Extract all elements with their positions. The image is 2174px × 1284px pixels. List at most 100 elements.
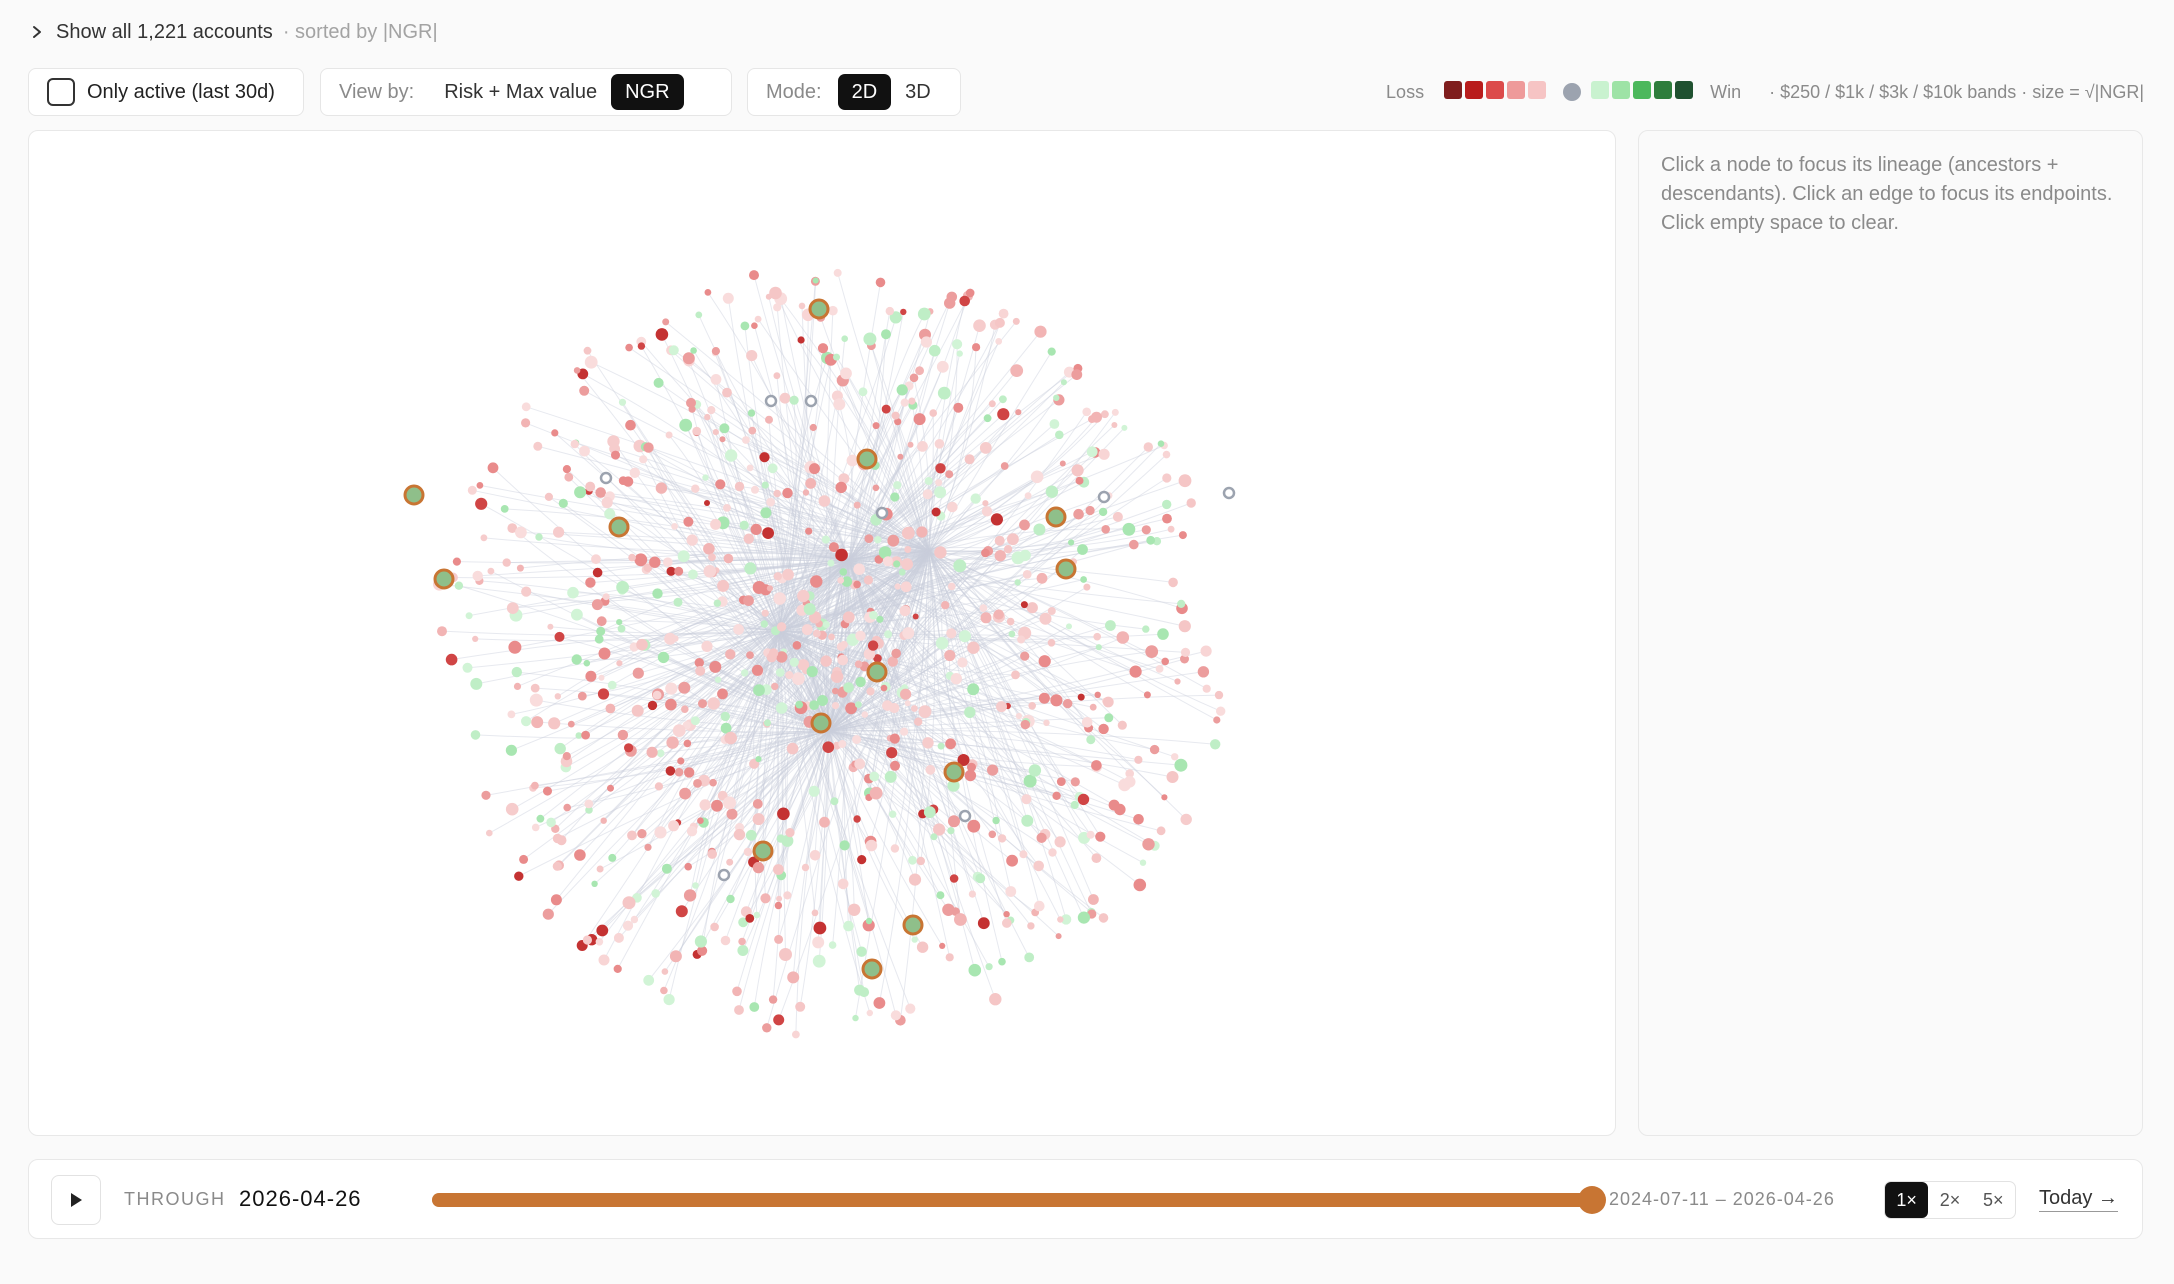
- graph-node[interactable]: [1036, 832, 1047, 844]
- graph-node[interactable]: [1073, 508, 1084, 520]
- graph-node[interactable]: [1056, 777, 1066, 786]
- graph-node[interactable]: [964, 769, 977, 782]
- graph-node[interactable]: [997, 408, 1010, 421]
- graph-node[interactable]: [1098, 913, 1109, 923]
- graph-node[interactable]: [881, 329, 891, 340]
- graph-node-highlighted[interactable]: [856, 448, 878, 470]
- graph-node[interactable]: [746, 464, 754, 472]
- graph-node[interactable]: [611, 450, 620, 460]
- graph-node[interactable]: [452, 557, 461, 566]
- graph-node[interactable]: [911, 936, 918, 943]
- graph-node[interactable]: [445, 653, 458, 666]
- graph-node[interactable]: [668, 820, 680, 832]
- graph-node[interactable]: [885, 306, 894, 316]
- graph-node[interactable]: [1101, 525, 1110, 534]
- graph-node[interactable]: [726, 808, 738, 820]
- graph-node[interactable]: [753, 684, 765, 697]
- graph-node[interactable]: [742, 436, 750, 444]
- graph-node[interactable]: [760, 893, 771, 904]
- graph-node[interactable]: [837, 654, 849, 666]
- graph-node[interactable]: [792, 641, 802, 650]
- graph-node[interactable]: [681, 705, 689, 713]
- timeline-slider[interactable]: [432, 1186, 1606, 1214]
- graph-node[interactable]: [639, 455, 648, 464]
- graph-node-highlighted[interactable]: [1045, 506, 1067, 528]
- graph-node[interactable]: [533, 441, 543, 451]
- graph-node[interactable]: [704, 500, 710, 506]
- graph-node[interactable]: [1117, 720, 1127, 730]
- graph-node[interactable]: [585, 670, 597, 682]
- graph-node[interactable]: [584, 799, 594, 809]
- graph-node[interactable]: [997, 834, 1007, 843]
- graph-node[interactable]: [1202, 684, 1211, 693]
- graph-node[interactable]: [1022, 570, 1032, 579]
- graph-node[interactable]: [630, 915, 639, 924]
- graph-node[interactable]: [661, 863, 672, 874]
- graph-node[interactable]: [743, 595, 754, 606]
- graph-node[interactable]: [582, 935, 593, 945]
- graph-node[interactable]: [843, 920, 854, 932]
- graph-node[interactable]: [1108, 799, 1120, 811]
- graph-node[interactable]: [598, 674, 605, 681]
- graph-node[interactable]: [1098, 723, 1109, 735]
- graph-node[interactable]: [1021, 814, 1034, 827]
- graph-node[interactable]: [764, 719, 771, 727]
- graph-node[interactable]: [836, 642, 846, 652]
- speed-1x[interactable]: 1×: [1885, 1182, 1929, 1218]
- graph-node[interactable]: [944, 297, 956, 309]
- graph-node[interactable]: [928, 344, 941, 357]
- graph-node[interactable]: [901, 526, 915, 540]
- graph-node[interactable]: [1070, 800, 1079, 810]
- graph-node-highlighted[interactable]: [943, 761, 965, 783]
- graph-node[interactable]: [1089, 703, 1097, 711]
- graph-node[interactable]: [746, 350, 758, 362]
- graph-node[interactable]: [591, 599, 603, 611]
- graph-node[interactable]: [672, 724, 686, 737]
- graph-node[interactable]: [949, 874, 959, 883]
- graph-node[interactable]: [890, 492, 900, 502]
- graph-node[interactable]: [688, 569, 698, 580]
- graph-node[interactable]: [564, 472, 574, 482]
- graph-node[interactable]: [749, 270, 759, 281]
- graph-node[interactable]: [828, 941, 837, 949]
- graph-node[interactable]: [726, 858, 734, 866]
- graph-node[interactable]: [993, 609, 1004, 620]
- graph-node[interactable]: [743, 847, 753, 857]
- graph-node[interactable]: [920, 336, 933, 348]
- graph-node[interactable]: [722, 292, 734, 304]
- graph-node[interactable]: [1015, 712, 1023, 720]
- graph-node[interactable]: [711, 347, 721, 356]
- graph-node[interactable]: [544, 492, 554, 501]
- graph-node[interactable]: [567, 586, 579, 599]
- graph-node[interactable]: [598, 647, 611, 660]
- graph-node[interactable]: [710, 518, 722, 530]
- graph-node[interactable]: [762, 527, 774, 539]
- graph-node[interactable]: [900, 581, 912, 593]
- graph-node[interactable]: [1177, 599, 1186, 608]
- graph-node[interactable]: [562, 752, 571, 761]
- graph-node[interactable]: [616, 619, 623, 626]
- graph-node[interactable]: [686, 397, 696, 408]
- graph-node[interactable]: [787, 971, 800, 984]
- graph-node[interactable]: [948, 815, 960, 828]
- graph-canvas[interactable]: [28, 130, 1616, 1136]
- graph-node[interactable]: [1146, 535, 1156, 545]
- graph-node[interactable]: [543, 786, 552, 796]
- graph-node[interactable]: [1033, 860, 1044, 872]
- graph-node[interactable]: [1200, 645, 1212, 657]
- graph-node[interactable]: [1005, 886, 1017, 897]
- graph-node[interactable]: [785, 671, 794, 680]
- graph-node[interactable]: [898, 568, 906, 576]
- graph-node[interactable]: [889, 733, 900, 744]
- graph-node[interactable]: [1129, 539, 1139, 550]
- graph-node[interactable]: [1000, 462, 1009, 470]
- graph-node[interactable]: [1049, 419, 1060, 429]
- graph-node[interactable]: [889, 702, 900, 714]
- graph-node[interactable]: [773, 592, 786, 605]
- graph-node-highlighted[interactable]: [1055, 558, 1077, 580]
- graph-node[interactable]: [584, 355, 598, 369]
- graph-node[interactable]: [506, 602, 519, 614]
- graph-node[interactable]: [1047, 347, 1056, 356]
- graph-node[interactable]: [487, 567, 495, 575]
- graph-node[interactable]: [872, 484, 880, 492]
